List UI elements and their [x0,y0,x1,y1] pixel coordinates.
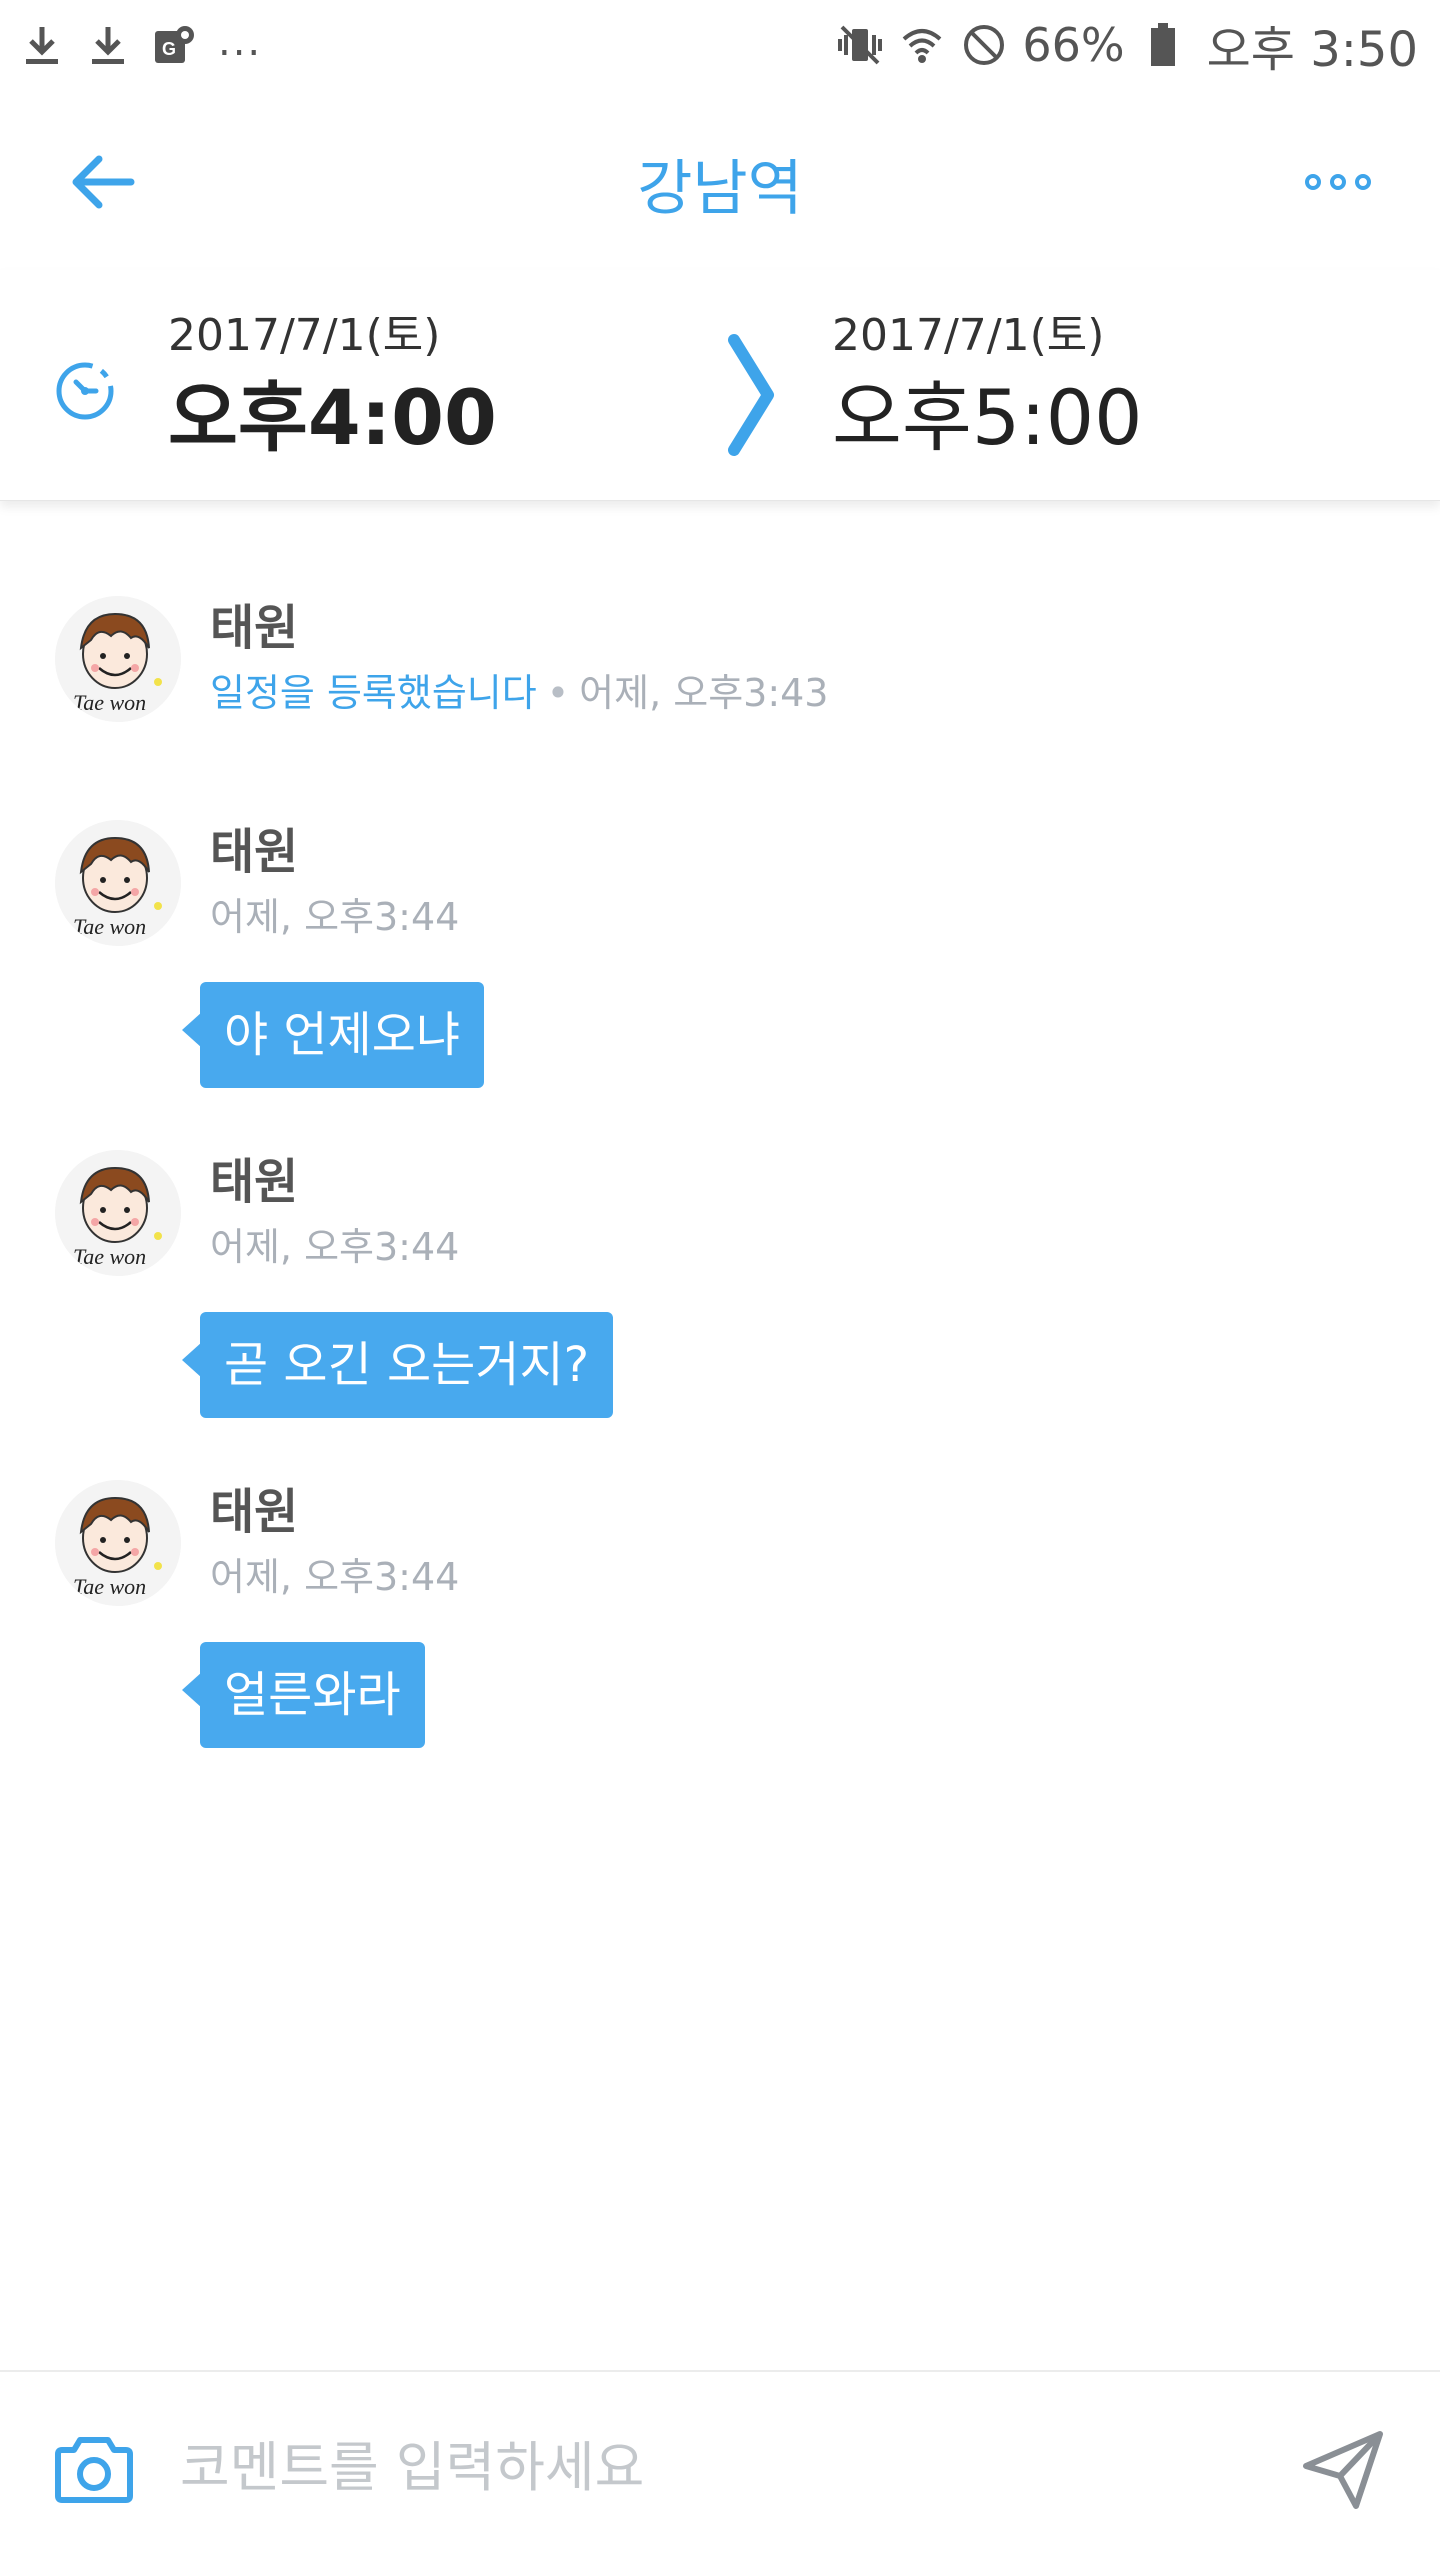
status-clock: 오후 3:50 [1206,22,1418,78]
clock-icon [56,362,114,420]
do-not-disturb-icon [960,21,1008,69]
meta-separator: • [546,671,570,715]
avatar[interactable]: Tae won [55,1150,181,1276]
comment-author: 태원 [210,600,299,656]
avatar-caption: Tae won [73,690,146,715]
schedule-time-range[interactable]: 2017/7/1(토) 오후4:00 2017/7/1(토) 오후5:00 [0,270,1440,501]
avatar-caption: Tae won [73,914,146,939]
more-button[interactable] [1298,142,1378,222]
start-date: 2017/7/1(토) [168,310,441,361]
status-bar: G ... 66% 오후 3:50 [0,0,1440,90]
comment-meta: 어제, 오후3:44 [210,1552,459,1602]
comment-author: 태원 [210,1484,299,1540]
comment-input[interactable] [180,2412,1220,2522]
comment-author: 태원 [210,824,299,880]
comment-bar [0,2370,1440,2560]
page-title: 강남역 [637,154,803,224]
more-icon [1305,174,1371,190]
comment-timestamp: 어제, 오후3:44 [210,895,460,939]
download-icon [86,23,130,67]
app-screen: G ... 66% 오후 3:50 강남역 2017/7/1(토) 오후4:00… [0,0,1440,2560]
svg-text:G: G [162,39,176,59]
message-bubble[interactable]: 야 언제오냐 [181,982,485,1088]
message-bubble[interactable]: 곧 오긴 오는거지? [181,1312,614,1418]
message-bubble[interactable]: 얼른와라 [182,1642,425,1748]
comment-timestamp: 어제, 오후3:44 [210,1555,460,1599]
comment-feed[interactable]: Tae won 태원 일정을 등록했습니다 • 어제, 오후3:43 Tae won 태원 어… [0,500,1440,2370]
maps-icon: G [152,23,196,67]
chevron-right-icon [728,334,774,456]
comment-meta: 어제, 오후3:44 [210,1222,459,1272]
avatar[interactable]: Tae won [55,820,181,946]
battery-percent: 66% [1022,18,1125,72]
camera-icon[interactable] [54,2432,134,2504]
end-time[interactable]: 2017/7/1(토) 오후5:00 [832,308,1143,468]
battery-icon [1139,21,1187,69]
activity-text: 일정을 등록했습니다 [210,671,537,715]
status-overflow: ... [218,19,263,65]
avatar[interactable]: Tae won [55,1480,181,1606]
status-left: G ... [20,14,262,76]
vibrate-icon [836,21,884,69]
avatar-caption: Tae won [73,1244,146,1269]
comment-timestamp: 어제, 오후3:44 [210,1225,460,1269]
comment-meta: 어제, 오후3:44 [210,892,459,942]
avatar-caption: Tae won [73,1574,146,1599]
end-date: 2017/7/1(토) [832,310,1105,361]
start-time[interactable]: 2017/7/1(토) 오후4:00 [168,308,497,468]
start-time-value: 오후4:00 [168,373,497,462]
download-icon [20,23,64,67]
send-icon[interactable] [1300,2426,1386,2512]
avatar[interactable]: Tae won [55,596,181,722]
status-right: 66% 오후 3:50 [836,14,1418,78]
comment-timestamp: 어제, 오후3:43 [579,671,829,715]
end-time-value: 오후5:00 [832,373,1143,462]
comment-meta: 일정을 등록했습니다 • 어제, 오후3:43 [210,668,829,718]
app-header: 강남역 [0,90,1440,270]
wifi-icon [898,21,946,69]
comment-author: 태원 [210,1154,299,1210]
